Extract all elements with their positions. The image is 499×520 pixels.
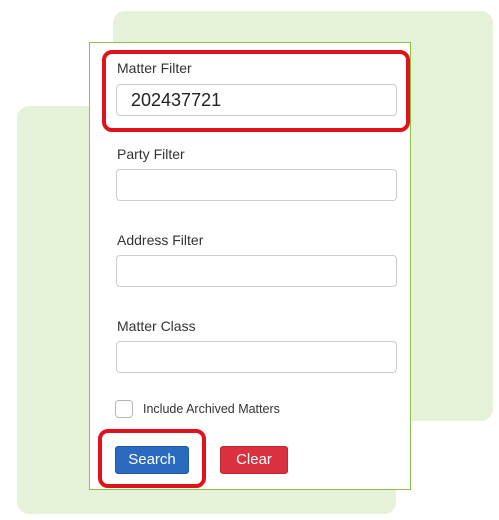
include-archived-checkbox[interactable] (115, 400, 133, 418)
address-filter-input[interactable] (116, 255, 397, 287)
address-filter-label: Address Filter (117, 232, 204, 248)
matter-filter-input[interactable] (116, 84, 397, 116)
search-filter-panel: Matter Filter Party Filter Address Filte… (89, 42, 411, 490)
matter-class-input[interactable] (116, 341, 397, 373)
include-archived-row[interactable]: Include Archived Matters (115, 398, 280, 420)
party-filter-input[interactable] (116, 169, 397, 201)
screenshot-stage: Matter Filter Party Filter Address Filte… (0, 0, 499, 520)
search-button[interactable]: Search (115, 446, 189, 474)
party-filter-label: Party Filter (117, 146, 185, 162)
include-archived-label: Include Archived Matters (143, 402, 280, 416)
matter-class-label: Matter Class (117, 318, 196, 334)
clear-button[interactable]: Clear (220, 446, 288, 474)
matter-filter-label: Matter Filter (117, 60, 192, 76)
